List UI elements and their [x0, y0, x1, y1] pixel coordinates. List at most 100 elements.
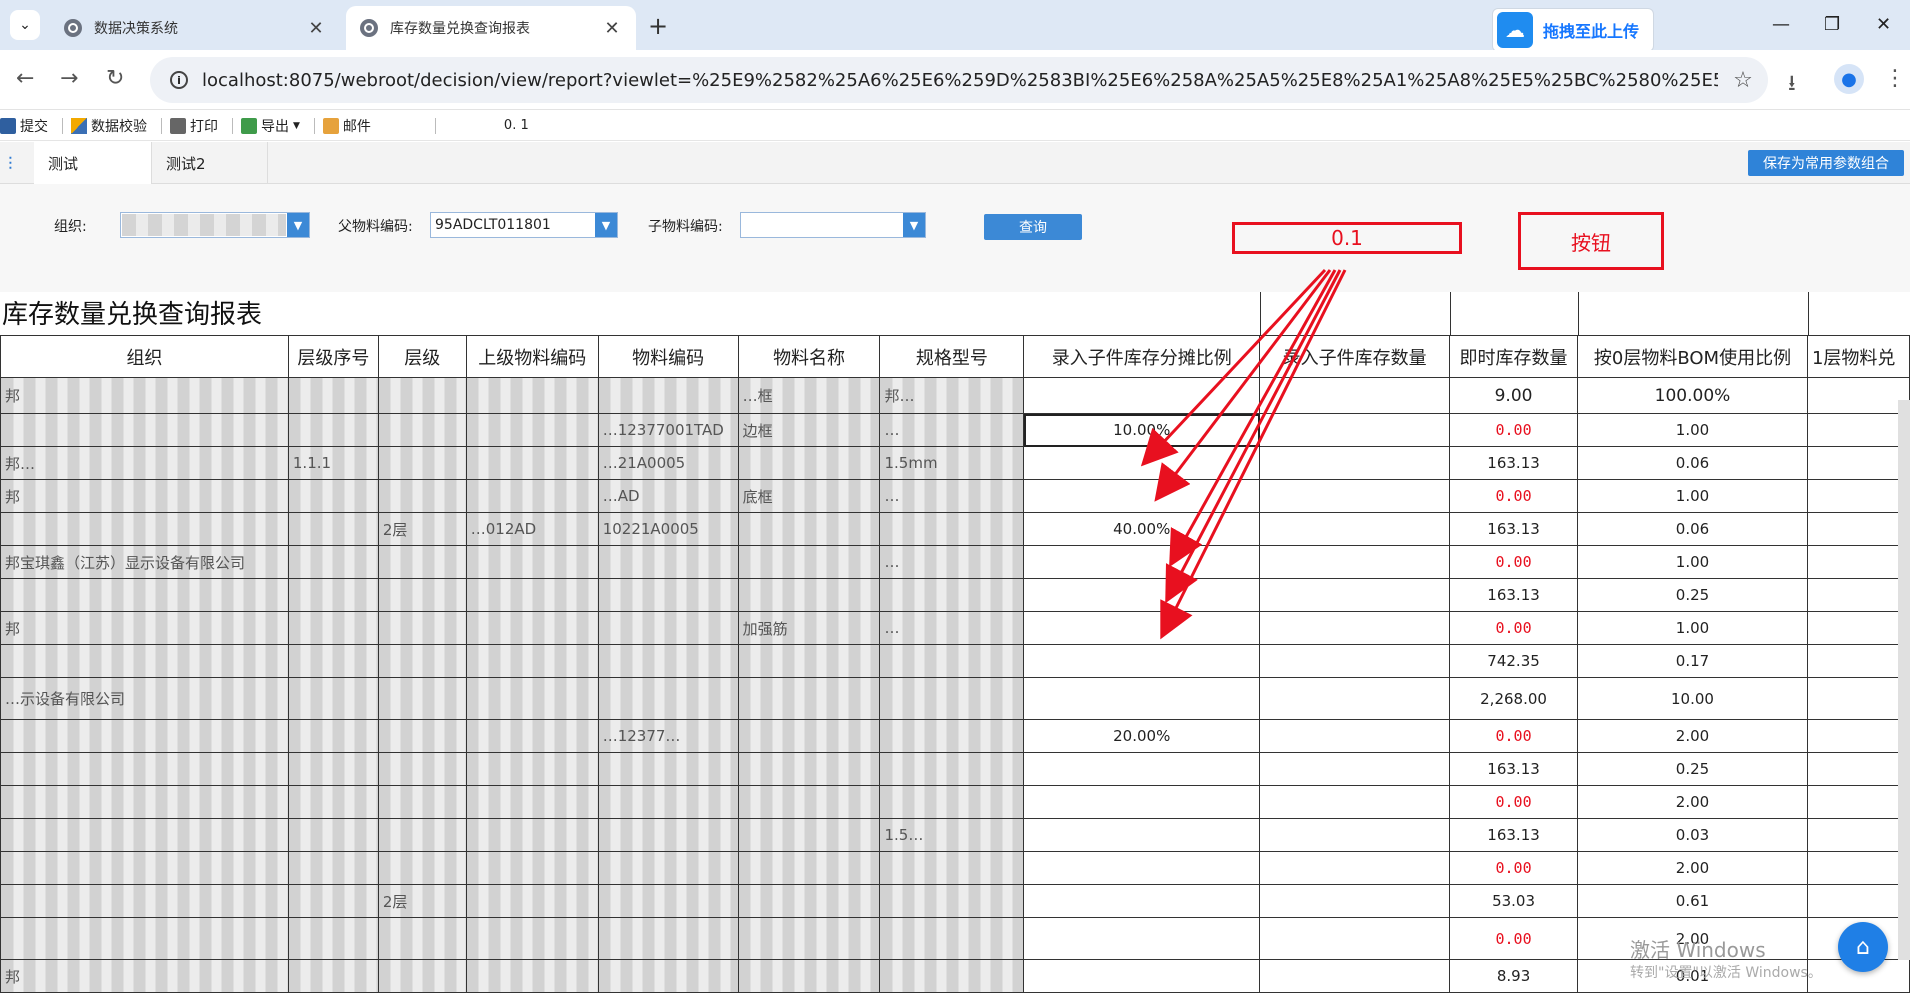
table-cell-parent[interactable]: [465, 851, 599, 885]
table-cell-ratio[interactable]: [1023, 785, 1261, 819]
table-cell-stock[interactable]: 9.00: [1449, 377, 1579, 414]
table-cell-stock[interactable]: 0.00: [1449, 479, 1579, 513]
table-cell-parent[interactable]: [465, 719, 599, 753]
table-cell-bom[interactable]: 1.00: [1577, 611, 1808, 645]
parent-code-value[interactable]: 95ADCLT011801: [431, 217, 595, 233]
parent-code-select[interactable]: 95ADCLT011801 ▼: [430, 212, 618, 238]
table-cell-level[interactable]: [377, 752, 467, 786]
table-cell-qty[interactable]: [1259, 818, 1451, 852]
mail-button[interactable]: 邮件: [322, 116, 371, 136]
table-cell-ratio[interactable]: [1023, 479, 1261, 513]
table-cell-name[interactable]: [737, 818, 881, 852]
table-cell-code[interactable]: [597, 959, 739, 993]
table-cell-org[interactable]: 邦宝琪鑫（江苏）显示设备有限公司: [0, 545, 289, 579]
table-cell-level[interactable]: [377, 677, 467, 720]
table-cell-seq[interactable]: [287, 785, 379, 819]
table-cell-bom[interactable]: 0.61: [1577, 884, 1808, 918]
table-cell-code[interactable]: [597, 851, 739, 885]
table-cell-spec[interactable]: 邦…: [879, 377, 1025, 414]
table-cell-layer1[interactable]: [1806, 413, 1910, 447]
table-cell-org[interactable]: 邦: [0, 959, 289, 993]
table-cell-spec[interactable]: [879, 917, 1025, 960]
table-cell-qty[interactable]: [1259, 917, 1451, 960]
table-cell-name[interactable]: [737, 752, 881, 786]
table-cell-code[interactable]: [597, 818, 739, 852]
table-cell-qty[interactable]: [1259, 578, 1451, 612]
table-cell-ratio[interactable]: [1023, 611, 1261, 645]
table-cell-layer1[interactable]: [1806, 545, 1910, 579]
table-cell-level[interactable]: [377, 851, 467, 885]
table-cell-parent[interactable]: [465, 479, 599, 513]
table-cell-stock[interactable]: 163.13: [1449, 818, 1579, 852]
table-cell-name[interactable]: [737, 959, 881, 993]
caret-down-icon[interactable]: ▼: [287, 213, 309, 237]
table-cell-code[interactable]: [597, 644, 739, 678]
tab-search-dropdown[interactable]: ⌄: [10, 10, 40, 40]
table-cell-seq[interactable]: [287, 644, 379, 678]
table-cell-code[interactable]: …21A0005: [597, 446, 739, 480]
table-cell-qty[interactable]: [1259, 677, 1451, 720]
table-cell-name[interactable]: [737, 644, 881, 678]
table-cell-ratio[interactable]: 40.00%: [1023, 512, 1261, 546]
table-cell-name[interactable]: [737, 884, 881, 918]
profile-avatar[interactable]: ●: [1834, 64, 1864, 94]
table-cell-qty[interactable]: [1259, 545, 1451, 579]
table-cell-stock[interactable]: 742.35: [1449, 644, 1579, 678]
browser-tab-decision-system[interactable]: 数据决策系统 ✕: [50, 6, 340, 50]
info-icon[interactable]: i: [170, 71, 188, 89]
table-cell-ratio[interactable]: [1023, 446, 1261, 480]
table-cell-spec[interactable]: …: [879, 479, 1025, 513]
table-cell-seq[interactable]: [287, 578, 379, 612]
table-cell-org[interactable]: [0, 785, 289, 819]
table-cell-level[interactable]: [377, 917, 467, 960]
table-cell-name[interactable]: [737, 719, 881, 753]
table-cell-code[interactable]: [597, 884, 739, 918]
table-cell-layer1[interactable]: [1806, 611, 1910, 645]
table-cell-qty[interactable]: [1259, 851, 1451, 885]
table-cell-name[interactable]: [737, 578, 881, 612]
save-param-combo-button[interactable]: 保存为常用参数组合: [1748, 150, 1904, 176]
table-cell-stock[interactable]: 163.13: [1449, 752, 1579, 786]
table-cell-parent[interactable]: [465, 677, 599, 720]
table-cell-bom[interactable]: 10.00: [1577, 677, 1808, 720]
table-cell-bom[interactable]: 0.06: [1577, 446, 1808, 480]
caret-down-icon[interactable]: ▼: [595, 213, 617, 237]
table-cell-seq[interactable]: [287, 884, 379, 918]
table-cell-org[interactable]: 邦: [0, 611, 289, 645]
table-cell-bom[interactable]: 0.03: [1577, 818, 1808, 852]
table-cell-name[interactable]: [737, 446, 881, 480]
table-cell-layer1[interactable]: [1806, 446, 1910, 480]
table-cell-stock[interactable]: 8.93: [1449, 959, 1579, 993]
table-cell-parent[interactable]: [465, 545, 599, 579]
table-cell-level[interactable]: [377, 644, 467, 678]
table-cell-stock[interactable]: 163.13: [1449, 512, 1579, 546]
table-cell-qty[interactable]: [1259, 884, 1451, 918]
table-cell-stock[interactable]: 0.00: [1449, 917, 1579, 960]
table-cell-parent[interactable]: [465, 959, 599, 993]
table-cell-org[interactable]: [0, 644, 289, 678]
table-cell-ratio[interactable]: [1023, 752, 1261, 786]
table-cell-layer1[interactable]: [1806, 752, 1910, 786]
table-cell-bom[interactable]: 2.00: [1577, 851, 1808, 885]
table-cell-org[interactable]: 邦…: [0, 446, 289, 480]
table-cell-spec[interactable]: [879, 884, 1025, 918]
table-cell-qty[interactable]: [1259, 719, 1451, 753]
url-text[interactable]: localhost:8075/webroot/decision/view/rep…: [202, 70, 1718, 91]
drag-upload-button[interactable]: ☁ 拖拽至此上传: [1492, 8, 1654, 52]
table-cell-seq[interactable]: [287, 677, 379, 720]
caret-down-icon[interactable]: ▼: [903, 213, 925, 237]
table-cell-code[interactable]: …12377001TAD: [597, 413, 739, 447]
bookmark-star-icon[interactable]: ☆: [1718, 68, 1768, 93]
table-cell-layer1[interactable]: [1806, 884, 1910, 918]
child-code-select[interactable]: ▼: [740, 212, 926, 238]
table-cell-qty[interactable]: [1259, 479, 1451, 513]
table-cell-ratio[interactable]: [1023, 578, 1261, 612]
table-cell-name[interactable]: [737, 785, 881, 819]
table-cell-spec[interactable]: [879, 719, 1025, 753]
table-cell-code[interactable]: [597, 785, 739, 819]
table-cell-qty[interactable]: [1259, 752, 1451, 786]
table-cell-layer1[interactable]: [1806, 578, 1910, 612]
table-cell-name[interactable]: 边框: [737, 413, 881, 447]
table-cell-ratio[interactable]: [1023, 959, 1261, 993]
table-cell-ratio[interactable]: [1023, 884, 1261, 918]
